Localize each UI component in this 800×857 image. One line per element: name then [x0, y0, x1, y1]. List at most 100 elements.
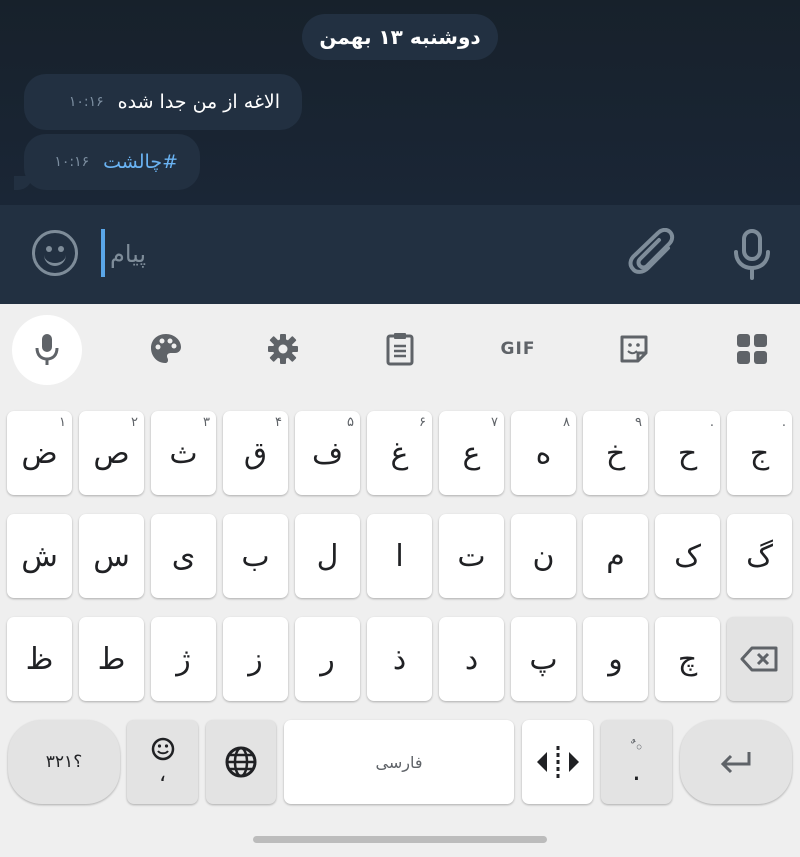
- key-hint: ۷: [491, 415, 498, 430]
- key[interactable]: ظ: [7, 617, 72, 701]
- palette-icon[interactable]: [146, 329, 186, 369]
- sticker-icon[interactable]: [614, 329, 654, 369]
- message-bubble-1[interactable]: الاغه از من جدا شده ۱۰:۱۶: [24, 74, 302, 130]
- key[interactable]: ا: [367, 514, 432, 598]
- key[interactable]: و: [583, 617, 648, 701]
- key[interactable]: ب: [223, 514, 288, 598]
- message-input[interactable]: [108, 232, 592, 276]
- key[interactable]: گ: [727, 514, 792, 598]
- microphone-icon: [35, 334, 59, 365]
- key[interactable]: ث۳: [151, 411, 216, 495]
- key-label: ،: [158, 762, 167, 787]
- emoji-icon: [151, 737, 174, 761]
- key-label: ل: [316, 538, 339, 574]
- key-hint: .: [781, 415, 786, 430]
- key[interactable]: خ۹: [583, 411, 648, 495]
- key-label: ص: [93, 435, 130, 471]
- key-hint: ۱: [59, 415, 66, 430]
- emoji-comma-key[interactable]: ،: [127, 720, 198, 804]
- grid-icon[interactable]: [732, 329, 772, 369]
- backspace-key[interactable]: [727, 617, 792, 701]
- key[interactable]: د: [439, 617, 504, 701]
- key-label: غ: [390, 435, 409, 471]
- key-hint: ۳: [203, 415, 210, 430]
- microphone-icon[interactable]: [730, 228, 774, 282]
- key[interactable]: ض۱: [7, 411, 72, 495]
- key-label: ج: [749, 435, 770, 471]
- key[interactable]: س: [79, 514, 144, 598]
- key[interactable]: ژ: [151, 617, 216, 701]
- clipboard-icon[interactable]: [380, 329, 420, 369]
- key[interactable]: ل: [295, 514, 360, 598]
- message-time: ۱۰:۱۶: [54, 154, 90, 170]
- enter-icon: [720, 752, 751, 774]
- globe-icon: [225, 746, 257, 778]
- key[interactable]: ی: [151, 514, 216, 598]
- key[interactable]: ص۲: [79, 411, 144, 495]
- key[interactable]: ج.: [727, 411, 792, 495]
- key-label: م: [606, 538, 625, 574]
- key[interactable]: ش: [7, 514, 72, 598]
- gear-icon[interactable]: [263, 329, 303, 369]
- key[interactable]: ق۴: [223, 411, 288, 495]
- key[interactable]: ط: [79, 617, 144, 701]
- key-label: ی: [171, 538, 196, 574]
- key-label: ض: [21, 435, 58, 471]
- key[interactable]: ه۸: [511, 411, 576, 495]
- key[interactable]: ر: [295, 617, 360, 701]
- key-label: ن: [532, 538, 555, 574]
- emoji-icon[interactable]: [32, 230, 78, 276]
- date-label: دوشنبه ۱۳ بهمن: [319, 25, 481, 49]
- key-label: پ: [529, 641, 558, 677]
- symbols-key[interactable]: ؟۳۲۱: [8, 720, 120, 804]
- key[interactable]: ک: [655, 514, 720, 598]
- date-pill: دوشنبه ۱۳ بهمن: [302, 14, 498, 60]
- key-label: ح: [677, 435, 698, 471]
- key[interactable]: ت: [439, 514, 504, 598]
- key-label: ث: [169, 435, 198, 471]
- paperclip-icon[interactable]: [628, 227, 680, 282]
- key[interactable]: ز: [223, 617, 288, 701]
- key-label: ق: [243, 435, 268, 471]
- gif-button[interactable]: GIF: [496, 329, 540, 369]
- enter-key[interactable]: [680, 720, 792, 804]
- message-time: ۱۰:۱۶: [68, 94, 104, 110]
- key[interactable]: غ۶: [367, 411, 432, 495]
- voice-input-button[interactable]: [12, 315, 82, 385]
- key-label: ا: [395, 538, 404, 574]
- message-bubble-2[interactable]: #چالشت ۱۰:۱۶: [14, 134, 200, 190]
- hashtag-link[interactable]: #چالشت: [103, 151, 178, 173]
- text-cursor: [101, 229, 105, 277]
- key-hint: ۸: [563, 415, 570, 430]
- key-hint: ۶: [419, 415, 426, 430]
- key[interactable]: ن: [511, 514, 576, 598]
- globe-key[interactable]: [206, 720, 276, 804]
- backspace-icon: [740, 646, 777, 672]
- key-label: ب: [241, 538, 270, 574]
- key-label: چ: [677, 641, 698, 677]
- key-hint: ۲: [131, 415, 138, 430]
- cursor-move-key[interactable]: [522, 720, 593, 804]
- emoji-mouth: [44, 251, 66, 266]
- key[interactable]: چ: [655, 617, 720, 701]
- key[interactable]: ح.: [655, 411, 720, 495]
- home-indicator[interactable]: [253, 836, 547, 843]
- chat-area: دوشنبه ۱۳ بهمن الاغه از من جدا شده ۱۰:۱۶…: [0, 0, 800, 205]
- key-label: ت: [457, 538, 486, 574]
- key-label: ف: [311, 435, 344, 471]
- period-key[interactable]: ٌ ◦ .: [601, 720, 672, 804]
- key-label: .: [632, 754, 641, 787]
- key-label: ک: [674, 538, 701, 574]
- key-hint: ۵: [347, 415, 354, 430]
- key[interactable]: م: [583, 514, 648, 598]
- key-label: د: [464, 641, 479, 677]
- key-hint: ۹: [635, 415, 642, 430]
- message-text: الاغه از من جدا شده: [117, 91, 280, 113]
- cursor-move-icon: [536, 746, 579, 778]
- key-label: خ: [605, 435, 626, 471]
- key[interactable]: ذ: [367, 617, 432, 701]
- key[interactable]: ع۷: [439, 411, 504, 495]
- key[interactable]: پ: [511, 617, 576, 701]
- space-key[interactable]: فارسی: [284, 720, 514, 804]
- key[interactable]: ف۵: [295, 411, 360, 495]
